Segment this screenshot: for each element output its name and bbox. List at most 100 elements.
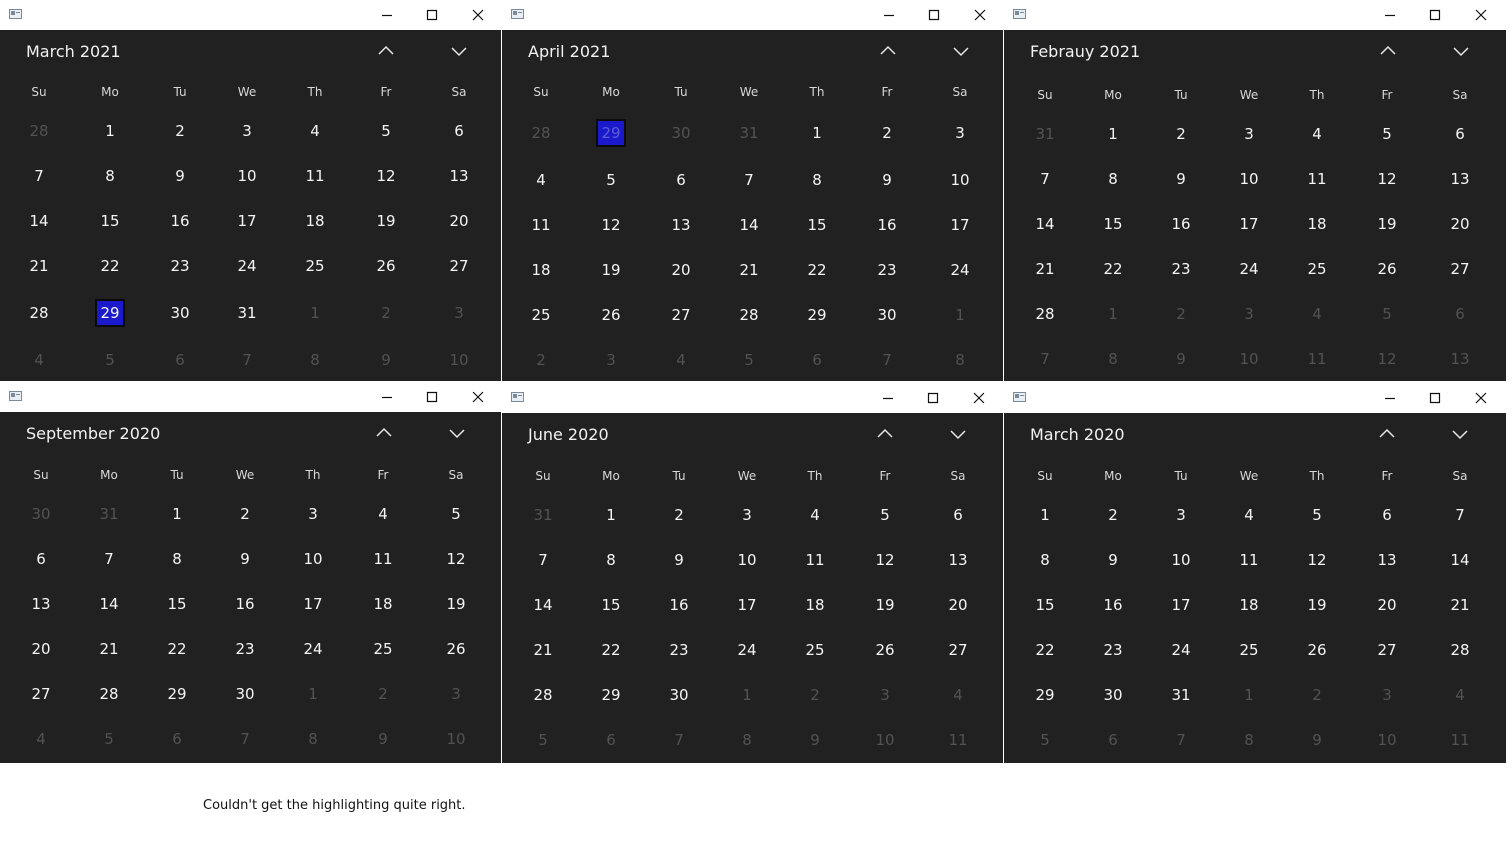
calendar-day[interactable]: 13 (1445, 165, 1475, 193)
calendar-day[interactable]: 3 (1372, 681, 1402, 709)
calendar-day[interactable]: 1 (95, 117, 125, 145)
calendar-day[interactable]: 31 (734, 119, 764, 147)
calendar-day[interactable]: 7 (94, 545, 124, 573)
calendar-day[interactable]: 7 (230, 725, 260, 753)
calendar-day[interactable]: 26 (1372, 255, 1402, 283)
calendar-day[interactable]: 11 (1445, 726, 1475, 754)
calendar-day[interactable]: 6 (943, 501, 973, 529)
month-year-button[interactable]: Febrauy 2021 (1030, 42, 1140, 61)
calendar-day[interactable]: 6 (666, 166, 696, 194)
calendar-day[interactable]: 19 (1372, 210, 1402, 238)
calendar-day[interactable]: 22 (162, 635, 192, 663)
minimize-button[interactable] (870, 383, 906, 413)
calendar-day[interactable]: 31 (528, 501, 558, 529)
calendar-day[interactable]: 16 (872, 211, 902, 239)
calendar-day[interactable]: 6 (1445, 300, 1475, 328)
calendar-day[interactable]: 3 (1234, 120, 1264, 148)
calendar-day[interactable]: 16 (165, 207, 195, 235)
calendar-day[interactable]: 12 (1372, 165, 1402, 193)
calendar-day[interactable]: 22 (1030, 636, 1060, 664)
calendar-day[interactable]: 9 (664, 546, 694, 574)
calendar-day[interactable]: 29 (596, 681, 626, 709)
calendar-day[interactable]: 17 (945, 211, 975, 239)
window-titlebar[interactable] (1004, 0, 1506, 30)
close-button[interactable] (1463, 383, 1499, 413)
close-button[interactable] (460, 0, 496, 30)
calendar-day[interactable]: 8 (95, 162, 125, 190)
calendar-day[interactable]: 4 (943, 681, 973, 709)
calendar-day[interactable]: 10 (441, 725, 471, 753)
calendar-day[interactable]: 13 (1445, 345, 1475, 373)
calendar-day[interactable]: 9 (165, 162, 195, 190)
calendar-day[interactable]: 22 (95, 252, 125, 280)
calendar-day[interactable]: 5 (95, 346, 125, 374)
calendar-day[interactable]: 18 (300, 207, 330, 235)
previous-month-button[interactable] (870, 423, 900, 445)
calendar-day[interactable]: 11 (368, 545, 398, 573)
calendar-day[interactable]: 1 (945, 301, 975, 329)
calendar-day[interactable]: 1 (162, 500, 192, 528)
window-titlebar[interactable] (0, 382, 501, 412)
calendar-day[interactable]: 21 (94, 635, 124, 663)
calendar-day[interactable]: 2 (165, 117, 195, 145)
calendar-day[interactable]: 24 (298, 635, 328, 663)
month-year-button[interactable]: June 2020 (528, 425, 609, 444)
calendar-day[interactable]: 17 (298, 590, 328, 618)
calendar-day[interactable]: 31 (1030, 120, 1060, 148)
calendar-day[interactable]: 18 (368, 590, 398, 618)
month-year-button[interactable]: April 2021 (528, 42, 610, 61)
maximize-button[interactable] (915, 383, 951, 413)
calendar-day[interactable]: 19 (371, 207, 401, 235)
calendar-day[interactable]: 16 (1166, 210, 1196, 238)
calendar-day[interactable]: 6 (162, 725, 192, 753)
calendar-day[interactable]: 5 (1372, 120, 1402, 148)
calendar-day[interactable]: 18 (1302, 210, 1332, 238)
calendar-day[interactable]: 29 (802, 301, 832, 329)
calendar-day[interactable]: 2 (368, 680, 398, 708)
calendar-day[interactable]: 18 (526, 256, 556, 284)
calendar-day[interactable]: 4 (666, 346, 696, 374)
calendar-day[interactable]: 10 (945, 166, 975, 194)
calendar-day[interactable]: 30 (165, 299, 195, 327)
calendar-day[interactable]: 19 (1302, 591, 1332, 619)
calendar-day[interactable]: 5 (441, 500, 471, 528)
calendar-day[interactable]: 10 (870, 726, 900, 754)
calendar-day[interactable]: 1 (1234, 681, 1264, 709)
close-button[interactable] (962, 0, 998, 30)
calendar-day[interactable]: 7 (1445, 501, 1475, 529)
calendar-day[interactable]: 18 (1234, 591, 1264, 619)
previous-month-button[interactable] (371, 40, 401, 62)
calendar-day[interactable]: 30 (230, 680, 260, 708)
calendar-day[interactable]: 11 (300, 162, 330, 190)
calendar-day[interactable]: 12 (371, 162, 401, 190)
maximize-button[interactable] (1417, 0, 1453, 30)
calendar-day[interactable]: 1 (300, 299, 330, 327)
calendar-day[interactable]: 16 (1098, 591, 1128, 619)
calendar-day[interactable]: 8 (162, 545, 192, 573)
calendar-day[interactable]: 8 (1098, 345, 1128, 373)
calendar-day[interactable]: 9 (872, 166, 902, 194)
calendar-day[interactable]: 17 (1166, 591, 1196, 619)
month-year-button[interactable]: September 2020 (26, 424, 160, 443)
calendar-day[interactable]: 6 (1445, 120, 1475, 148)
calendar-day[interactable]: 31 (232, 299, 262, 327)
calendar-day[interactable]: 6 (596, 726, 626, 754)
calendar-day[interactable]: 28 (1030, 300, 1060, 328)
calendar-day[interactable]: 1 (802, 119, 832, 147)
calendar-day[interactable]: 18 (800, 591, 830, 619)
calendar-day[interactable]: 3 (945, 119, 975, 147)
calendar-day[interactable]: 28 (1445, 636, 1475, 664)
calendar-day[interactable]: 26 (870, 636, 900, 664)
calendar-day[interactable]: 26 (596, 301, 626, 329)
calendar-day[interactable]: 21 (24, 252, 54, 280)
selected-day[interactable]: 29 (95, 299, 125, 327)
close-button[interactable] (961, 383, 997, 413)
calendar-day[interactable]: 12 (870, 546, 900, 574)
calendar-day[interactable]: 28 (734, 301, 764, 329)
calendar-day[interactable]: 14 (528, 591, 558, 619)
calendar-day[interactable]: 2 (230, 500, 260, 528)
calendar-day[interactable]: 21 (1030, 255, 1060, 283)
calendar-day[interactable]: 8 (732, 726, 762, 754)
previous-month-button[interactable] (369, 422, 399, 444)
previous-month-button[interactable] (873, 40, 903, 62)
